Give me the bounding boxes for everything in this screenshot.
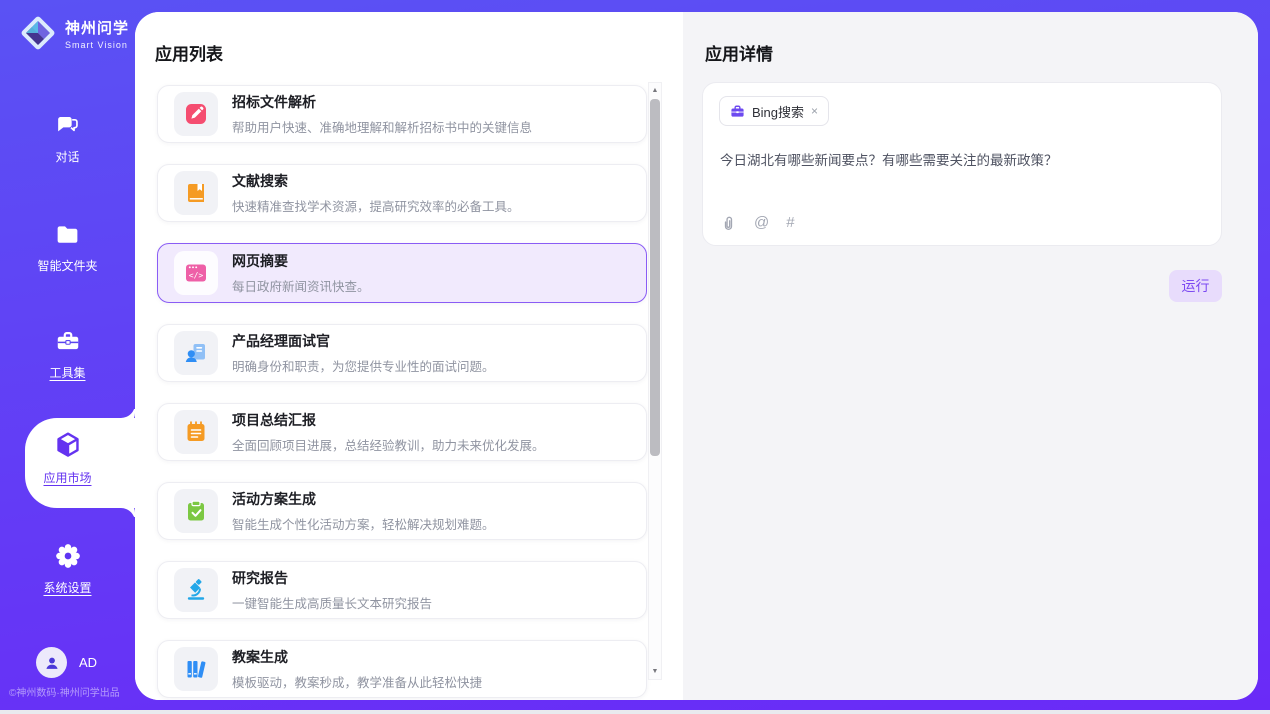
app-card-lesson-plan[interactable]: 教案生成 模板驱动，教案秒成，教学准备从此轻松快捷 <box>157 640 647 698</box>
hash-icon[interactable]: # <box>786 214 794 231</box>
diamond-logo-icon <box>18 13 58 53</box>
app-frame: 神州问学 Smart Vision 对话 智能文件夹 <box>0 0 1270 710</box>
app-card-literature-search[interactable]: 文献搜索 快速精准查找学术资源，提高研究效率的必备工具。 <box>157 164 647 222</box>
clipboard-check-icon <box>183 498 209 524</box>
app-name: 文献搜索 <box>232 171 520 191</box>
chat-icon <box>54 112 81 139</box>
close-icon[interactable]: × <box>811 105 818 117</box>
brand-logo: 神州问学 Smart Vision <box>18 13 129 53</box>
svg-text:</>: </> <box>189 271 204 280</box>
notepad-icon <box>183 419 209 445</box>
app-card-list: 招标文件解析 帮助用户快速、准确地理解和解析招标书中的关键信息 <box>157 85 647 698</box>
app-desc: 全面回顾项目进展，总结经验教训，助力未来优化发展。 <box>232 435 545 454</box>
folder-icon <box>54 221 81 248</box>
sidebar-item-settings[interactable]: 系统设置 <box>0 542 135 597</box>
sidebar-item-app-market[interactable]: 应用市场 <box>0 430 135 487</box>
briefcase-icon <box>730 104 745 119</box>
app-name: 项目总结汇报 <box>232 410 545 430</box>
app-desc: 每日政府新闻资讯快查。 <box>232 276 370 295</box>
app-detail-panel: 应用详情 Bing搜索 × 今日湖北有哪些新闻要点？有哪些需要关注的最新政策？ <box>683 12 1258 700</box>
app-card-web-summary[interactable]: </> 网页摘要 每日政府新闻资讯快查。 <box>157 243 647 303</box>
query-input-card[interactable]: Bing搜索 × 今日湖北有哪些新闻要点？有哪些需要关注的最新政策？ @ # <box>702 82 1222 246</box>
copyright-text: ©神州数码·神州问学出品 <box>9 684 120 699</box>
app-card-pm-interviewer[interactable]: 产品经理面试官 明确身份和职责，为您提供专业性的面试问题。 <box>157 324 647 382</box>
sidebar: 神州问学 Smart Vision 对话 智能文件夹 <box>0 0 135 710</box>
scrollbar-thumb[interactable] <box>650 99 660 456</box>
book-icon <box>183 180 209 206</box>
app-name: 活动方案生成 <box>232 489 495 509</box>
app-card-bid-analysis[interactable]: 招标文件解析 帮助用户快速、准确地理解和解析招标书中的关键信息 <box>157 85 647 143</box>
app-name: 网页摘要 <box>232 251 370 271</box>
query-text: 今日湖北有哪些新闻要点？有哪些需要关注的最新政策？ <box>720 149 1205 169</box>
app-detail-title: 应用详情 <box>705 40 773 65</box>
brand-subtitle: Smart Vision <box>65 40 129 50</box>
sidebar-item-label: 应用市场 <box>43 469 91 486</box>
sidebar-item-label: 对话 <box>55 148 79 165</box>
interviewer-icon <box>183 340 209 366</box>
app-card-project-summary[interactable]: 项目总结汇报 全面回顾项目进展，总结经验教训，助力未来优化发展。 <box>157 403 647 461</box>
person-icon <box>43 654 61 672</box>
app-desc: 明确身份和职责，为您提供专业性的面试问题。 <box>232 356 495 375</box>
content-area: 应用列表 招标文件解析 帮助用户快速、准确地理解和解析招标书 <box>135 12 1258 700</box>
user-row[interactable]: AD <box>36 647 97 678</box>
app-desc: 快速精准查找学术资源，提高研究效率的必备工具。 <box>232 196 520 215</box>
user-initials: AD <box>79 655 97 670</box>
app-list-title: 应用列表 <box>155 40 223 65</box>
avatar[interactable] <box>36 647 67 678</box>
sidebar-item-toolset[interactable]: 工具集 <box>0 327 135 382</box>
scroll-up-icon[interactable]: ▲ <box>649 83 661 98</box>
books-icon <box>183 656 209 682</box>
app-list-panel: 应用列表 招标文件解析 帮助用户快速、准确地理解和解析招标书 <box>135 12 683 700</box>
microscope-icon <box>183 577 209 603</box>
browser-code-icon: </> <box>183 260 209 286</box>
sidebar-item-label: 智能文件夹 <box>37 257 97 274</box>
toolbox-icon <box>54 327 82 355</box>
brand-name: 神州问学 <box>65 17 129 38</box>
app-desc: 帮助用户快速、准确地理解和解析招标书中的关键信息 <box>232 117 532 136</box>
sidebar-item-label: 系统设置 <box>43 579 91 596</box>
paperclip-icon[interactable] <box>720 214 737 231</box>
app-window: 神州问学 Smart Vision 对话 智能文件夹 <box>0 0 1270 714</box>
tool-chip-label: Bing搜索 <box>752 102 804 121</box>
list-scrollbar[interactable]: ▲ ▼ <box>648 82 662 680</box>
app-name: 产品经理面试官 <box>232 331 495 351</box>
app-desc: 一键智能生成高质量长文本研究报告 <box>232 593 432 612</box>
sidebar-item-chat[interactable]: 对话 <box>0 112 135 166</box>
tool-chip-bing-search[interactable]: Bing搜索 × <box>719 96 829 126</box>
sidebar-item-label: 工具集 <box>49 364 85 381</box>
pen-square-icon <box>183 101 209 127</box>
app-name: 研究报告 <box>232 568 432 588</box>
app-name: 教案生成 <box>232 647 482 667</box>
cube-icon <box>53 430 83 460</box>
app-name: 招标文件解析 <box>232 92 532 112</box>
attachment-toolbar: @ # <box>720 214 795 231</box>
app-desc: 模板驱动，教案秒成，教学准备从此轻松快捷 <box>232 672 482 691</box>
app-card-research-report[interactable]: 研究报告 一键智能生成高质量长文本研究报告 <box>157 561 647 619</box>
run-button[interactable]: 运行 <box>1169 270 1222 302</box>
gear-icon <box>54 542 82 570</box>
app-desc: 智能生成个性化活动方案，轻松解决规划难题。 <box>232 514 495 533</box>
app-card-event-plan[interactable]: 活动方案生成 智能生成个性化活动方案，轻松解决规划难题。 <box>157 482 647 540</box>
scroll-down-icon[interactable]: ▼ <box>649 664 661 679</box>
sidebar-item-smart-folder[interactable]: 智能文件夹 <box>0 221 135 275</box>
mention-icon[interactable]: @ <box>754 214 769 231</box>
